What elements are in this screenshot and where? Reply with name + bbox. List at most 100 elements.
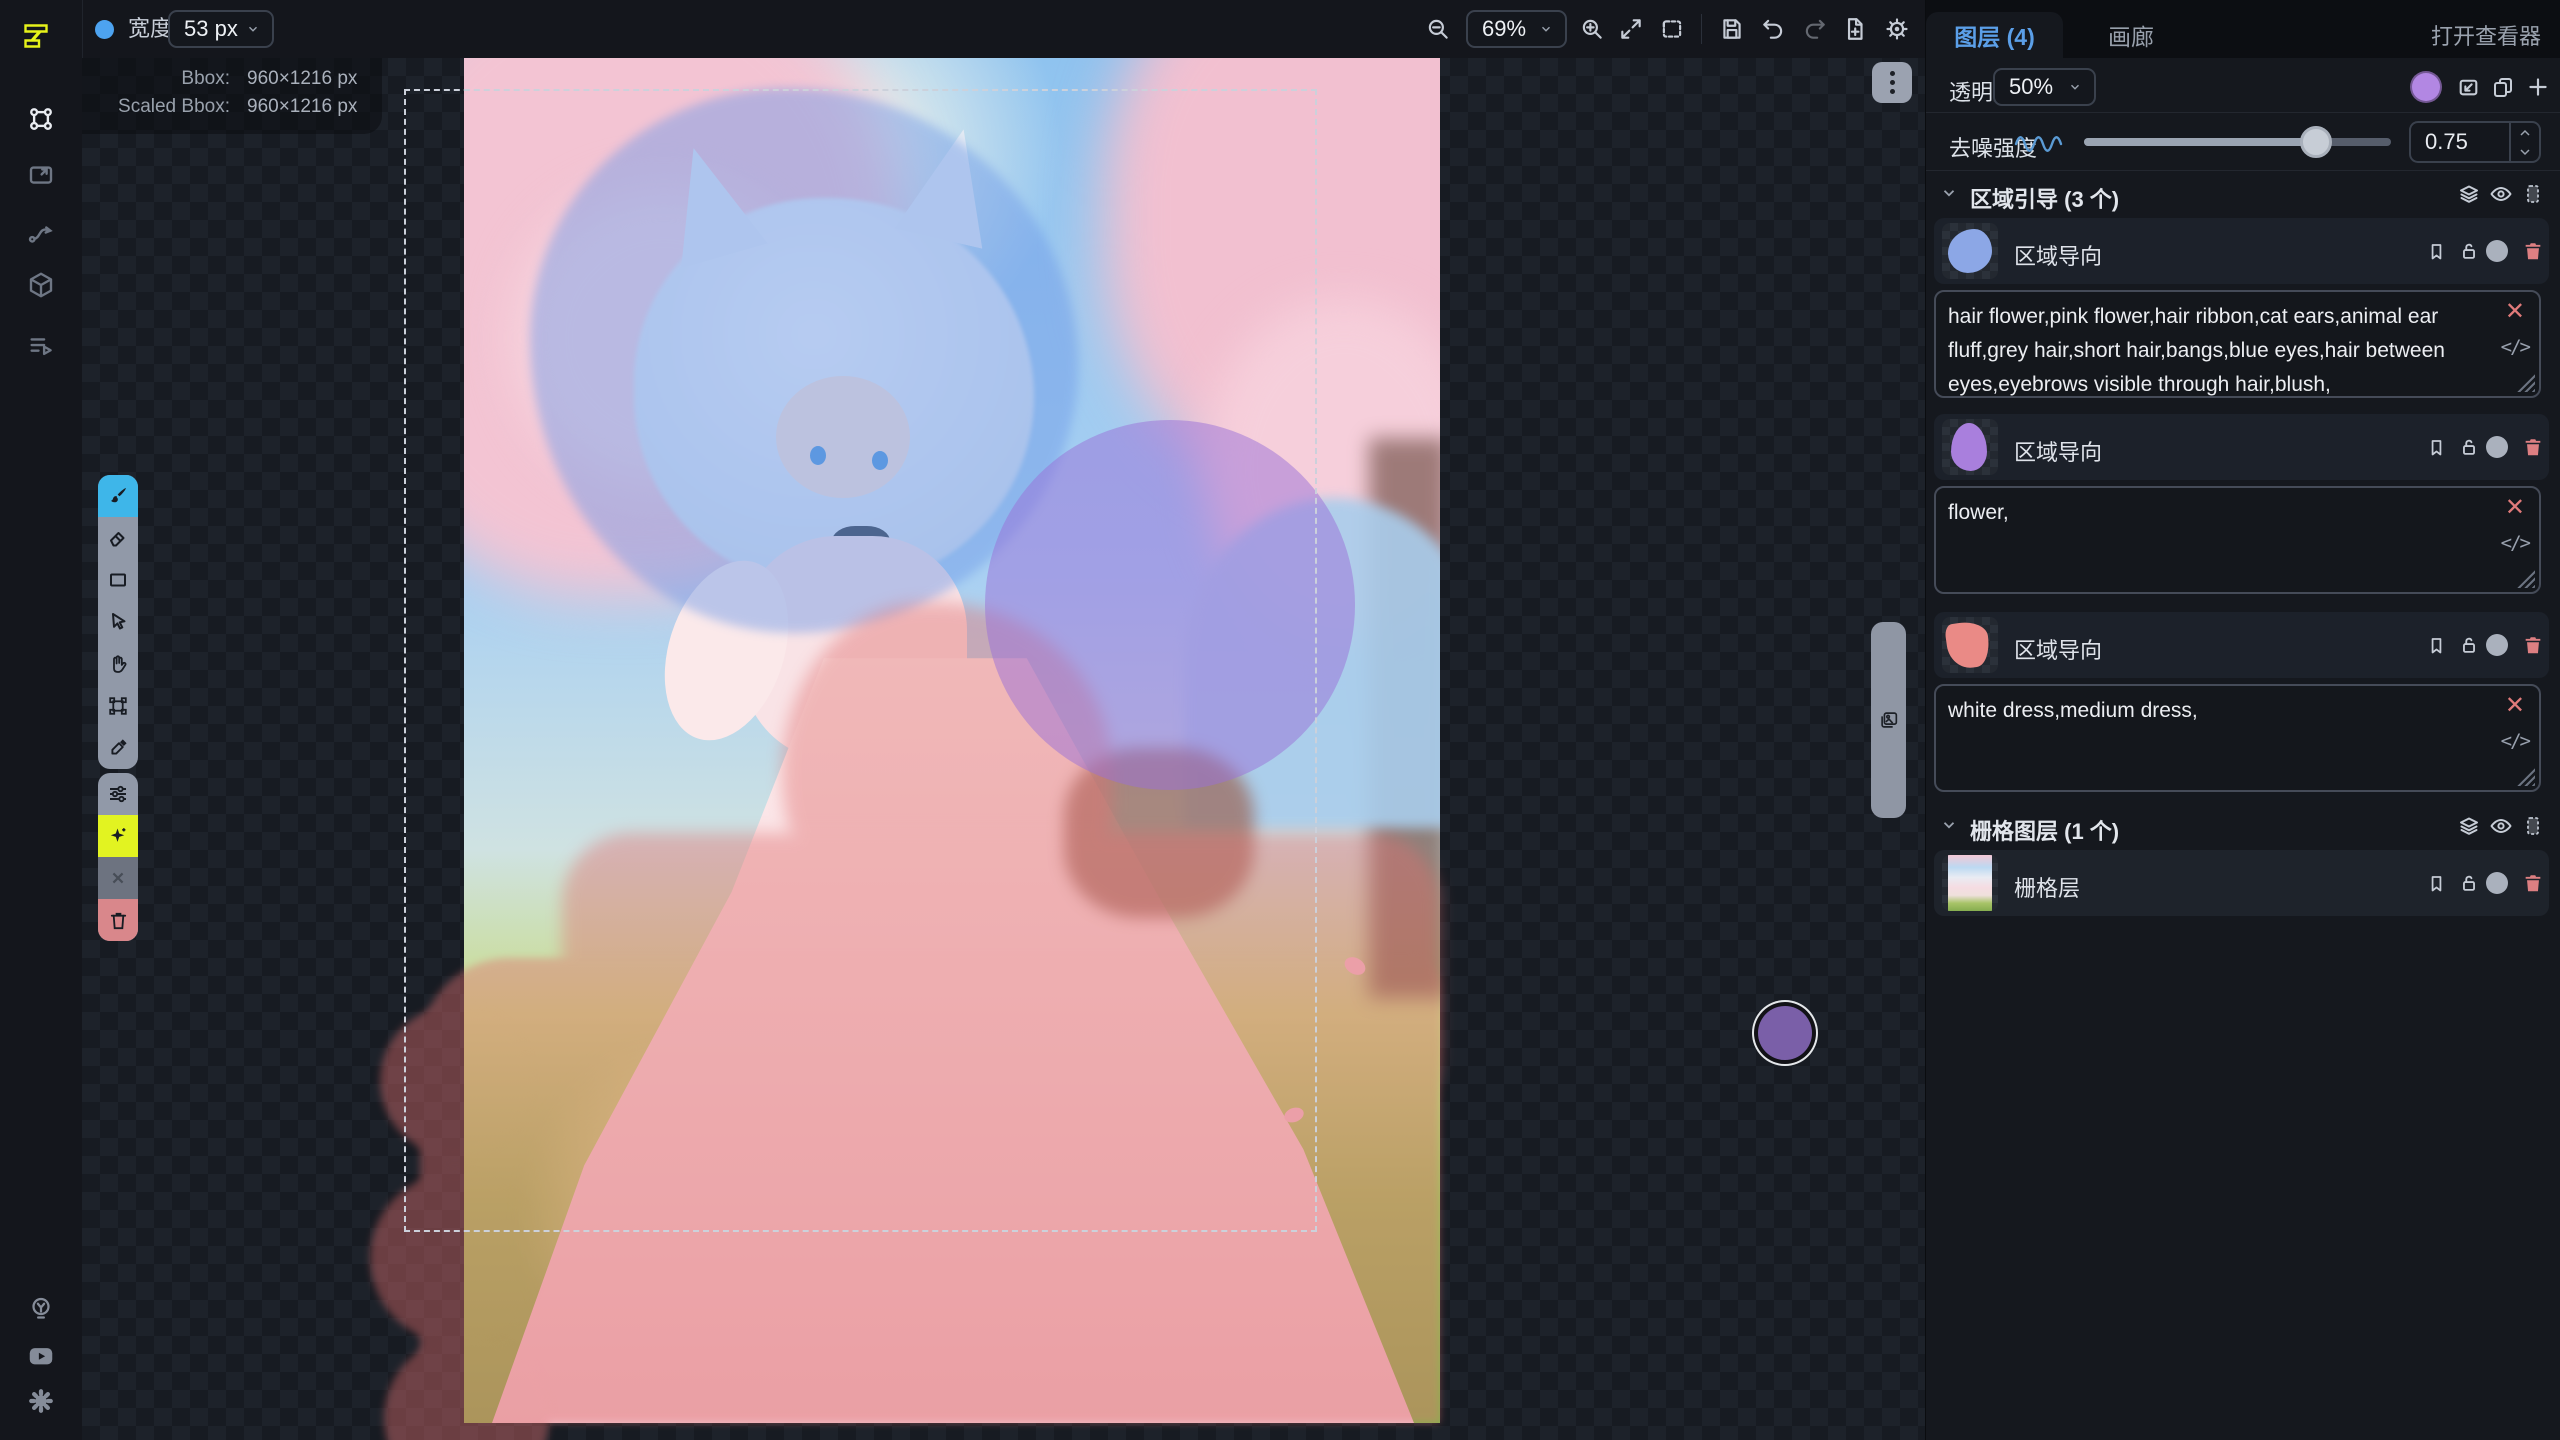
scale-layer-button[interactable] [2454, 74, 2482, 100]
regions-bbox-button[interactable] [2520, 181, 2546, 207]
raster-collapse-chevron[interactable] [1938, 814, 1960, 836]
sidebar-item-curve[interactable] [24, 216, 58, 250]
zoom-level-dropdown[interactable]: 69% [1466, 10, 1567, 48]
brush-width-dropdown[interactable]: 53 px [168, 10, 274, 48]
region-thumbnail[interactable] [1942, 617, 1998, 673]
zoom-in-button[interactable] [1577, 15, 1607, 43]
tool-transform[interactable] [98, 685, 138, 727]
app-logo[interactable] [16, 16, 56, 56]
region-prompt-input[interactable]: hair flower,pink flower,hair ribbon,cat … [1948, 300, 2475, 402]
sidebar-item-tips[interactable] [24, 1292, 58, 1326]
sidebar-item-transform[interactable] [24, 102, 58, 136]
tool-adjust[interactable] [98, 773, 138, 815]
save-button[interactable] [1717, 15, 1747, 43]
opacity-dropdown[interactable]: 50% [1993, 68, 2096, 106]
region-delete-button[interactable] [2521, 239, 2545, 263]
region-prompt-input[interactable]: flower, [1948, 496, 2475, 530]
raster-visibility-button[interactable] [2488, 813, 2514, 839]
tab-gallery[interactable]: 画廊 [2086, 12, 2176, 58]
regions-visibility-button[interactable] [2488, 181, 2514, 207]
region-row[interactable]: 区域导向 [1934, 612, 2549, 678]
curve-path-icon [26, 218, 56, 248]
raster-thumbnail[interactable] [1942, 855, 1998, 911]
region-color-toggle[interactable] [2486, 436, 2508, 458]
raster-color-toggle[interactable] [2486, 872, 2508, 894]
fit-view-button[interactable] [1616, 15, 1646, 43]
dashed-crop-icon [1659, 16, 1685, 42]
sidebar-item-queue[interactable] [24, 328, 58, 362]
zoom-out-button[interactable] [1423, 15, 1453, 43]
tool-brush[interactable] [98, 475, 138, 517]
raster-layer-row[interactable]: 栅格层 [1934, 850, 2549, 916]
region-row[interactable]: 区域导向 [1934, 414, 2549, 480]
raster-lock-button[interactable] [2457, 871, 2481, 895]
region-bookmark-button[interactable] [2424, 633, 2448, 657]
tool-cancel[interactable] [98, 857, 138, 899]
region-color-toggle[interactable] [2486, 240, 2508, 262]
tool-eyedropper[interactable] [98, 727, 138, 769]
tool-eraser[interactable] [98, 517, 138, 559]
resize-canvas-button[interactable] [1657, 15, 1687, 43]
sidebar-item-youtube[interactable] [24, 1338, 58, 1372]
region-row[interactable]: 区域导向 [1934, 218, 2549, 284]
scale-fit-icon [2456, 75, 2481, 100]
region-thumbnail[interactable] [1942, 223, 1998, 279]
tool-magic[interactable] [98, 815, 138, 857]
region-delete-button[interactable] [2521, 633, 2545, 657]
region-lock-button[interactable] [2457, 239, 2481, 263]
tool-select[interactable] [98, 601, 138, 643]
denoise-slider[interactable] [2084, 138, 2391, 146]
lightbulb-icon [26, 1294, 56, 1324]
clear-prompt-button[interactable]: ✕ [2505, 496, 2525, 520]
regions-collapse-chevron[interactable] [1938, 182, 1960, 204]
regions-merge-button[interactable] [2456, 181, 2482, 207]
petal [1341, 954, 1368, 979]
region-lock-button[interactable] [2457, 435, 2481, 459]
code-view-button[interactable]: </> [2501, 730, 2529, 752]
add-layer-button[interactable] [2524, 74, 2552, 100]
tool-rectangle[interactable] [98, 559, 138, 601]
sidebar-item-screen-fit[interactable] [24, 158, 58, 192]
region-thumbnail[interactable] [1942, 419, 1998, 475]
region-lock-button[interactable] [2457, 633, 2481, 657]
clear-prompt-button[interactable]: ✕ [2505, 694, 2525, 718]
region-bookmark-button[interactable] [2424, 435, 2448, 459]
region-bookmark-button[interactable] [2424, 239, 2448, 263]
resize-grip[interactable] [2517, 570, 2535, 588]
region-prompt-input[interactable]: white dress,medium dress, [1948, 694, 2475, 728]
new-file-button[interactable] [1840, 15, 1870, 43]
code-view-button[interactable]: </> [2501, 532, 2529, 554]
raster-bbox-button[interactable] [2520, 813, 2546, 839]
redo-button[interactable] [1800, 15, 1830, 43]
open-viewer-link[interactable]: 打开查看器 [2431, 12, 2541, 58]
clear-prompt-button[interactable]: ✕ [2505, 300, 2525, 324]
raster-bookmark-button[interactable] [2424, 871, 2448, 895]
reference-drawer-handle[interactable] [1871, 622, 1906, 818]
code-view-button[interactable]: </> [2501, 336, 2529, 358]
tool-delete[interactable] [98, 899, 138, 941]
layer-color-swatch[interactable] [2410, 71, 2442, 103]
resize-grip[interactable] [2517, 768, 2535, 786]
duplicate-layer-button[interactable] [2489, 74, 2517, 100]
region-color-toggle[interactable] [2486, 634, 2508, 656]
raster-delete-button[interactable] [2521, 871, 2545, 895]
sidebar-item-settings[interactable] [24, 1384, 58, 1418]
tool-pan[interactable] [98, 643, 138, 685]
stepper-down[interactable] [2511, 142, 2539, 161]
canvas-area[interactable]: Bbox: 960×1216 px Scaled Bbox: 960×1216 … [82, 58, 1925, 1440]
undo-button[interactable] [1758, 15, 1788, 43]
stepper-up[interactable] [2511, 123, 2539, 142]
canvas-menu-button[interactable] [1872, 62, 1912, 103]
selection-bbox[interactable] [404, 89, 1317, 1232]
canvas-settings-button[interactable] [1882, 15, 1912, 43]
zoom-in-icon [1579, 16, 1605, 42]
raster-merge-button[interactable] [2456, 813, 2482, 839]
resize-grip[interactable] [2517, 374, 2535, 392]
brush-color-dot[interactable] [95, 20, 114, 39]
slider-knob[interactable] [2300, 126, 2332, 158]
region-delete-button[interactable] [2521, 435, 2545, 459]
tab-layers[interactable]: 图层 (4) [1926, 12, 2063, 58]
panel-divider [1926, 112, 2560, 113]
denoise-input[interactable]: 0.75 [2409, 121, 2541, 163]
sidebar-item-3d[interactable] [24, 268, 58, 302]
